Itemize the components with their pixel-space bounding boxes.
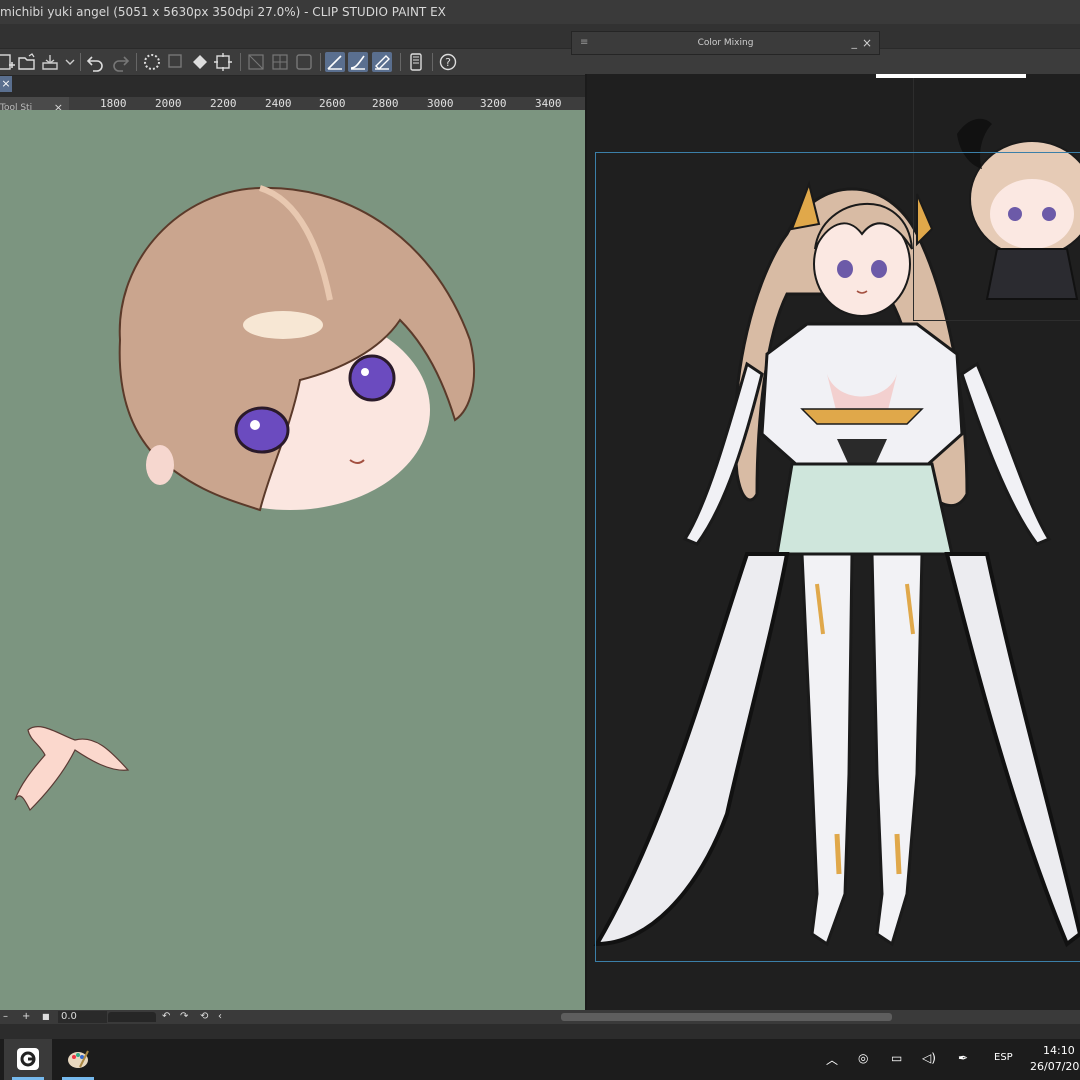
transform-icon[interactable] xyxy=(213,52,233,72)
paint-palette-icon xyxy=(68,1050,89,1068)
taskbar-app-clip-studio[interactable] xyxy=(4,1039,52,1080)
menu-bar xyxy=(0,24,1080,48)
chevron-left-icon[interactable]: ‹ xyxy=(218,1010,222,1024)
window-title-bar: michibi yuki angel (5051 x 5630px 350dpi… xyxy=(0,0,1080,24)
network-icon[interactable]: ▭ xyxy=(891,1051,902,1065)
eraser-active-icon[interactable] xyxy=(372,52,392,72)
clock-time: 14:10 xyxy=(1043,1044,1075,1057)
windows-taskbar: ︿ ◎ ▭ ◁) ✒ ESP 14:10 26/07/202 xyxy=(0,1039,1080,1080)
chevron-up-icon[interactable]: ︿ xyxy=(826,1051,838,1068)
redo-icon[interactable] xyxy=(110,52,130,72)
fill-icon[interactable] xyxy=(190,52,210,72)
palette-close-button[interactable]: × xyxy=(862,32,872,54)
window-bottom-gap xyxy=(0,1024,1080,1039)
select-icon[interactable] xyxy=(166,52,186,72)
svg-text:?: ? xyxy=(445,56,451,69)
palette-minimize-button[interactable]: _ xyxy=(852,32,858,54)
snap-special-icon[interactable] xyxy=(294,52,314,72)
ruler-label: 1800 xyxy=(100,97,127,110)
toolbar-separator xyxy=(400,53,401,71)
brush-active-icon[interactable] xyxy=(348,52,368,72)
pen-tray-icon[interactable]: ✒ xyxy=(958,1051,968,1065)
palette-title: Color Mixing xyxy=(697,38,754,48)
selection-frame xyxy=(595,152,1080,962)
toolbar-separator xyxy=(136,53,137,71)
horizontal-ruler: 1800 2000 2200 2400 2600 2800 3000 3200 … xyxy=(69,97,585,110)
toolbar-separator xyxy=(80,53,81,71)
dropdown-icon[interactable] xyxy=(60,52,75,72)
ruler-label: 3400 xyxy=(535,97,562,110)
language-indicator[interactable]: ESP xyxy=(994,1052,1013,1063)
clock[interactable]: 14:10 26/07/202 xyxy=(1030,1043,1080,1075)
save-icon[interactable] xyxy=(40,52,60,72)
ruler-label: 3200 xyxy=(480,97,507,110)
ruler-label: 2200 xyxy=(210,97,237,110)
help-icon[interactable]: ? xyxy=(438,52,458,72)
clock-date: 26/07/202 xyxy=(1030,1060,1080,1073)
reset-rotation-icon[interactable]: ⟲ xyxy=(200,1010,208,1024)
zoom-in-button[interactable]: + xyxy=(22,1010,30,1024)
ruler-label: 2600 xyxy=(319,97,346,110)
open-file-icon[interactable] xyxy=(17,52,37,72)
zoom-out-button[interactable]: – xyxy=(3,1010,8,1024)
status-bar: – + ■ 0.0 ↶ ↷ ⟲ ‹ xyxy=(0,1010,1080,1024)
rotate-left-icon[interactable]: ↶ xyxy=(162,1010,170,1024)
command-bar: ? xyxy=(0,48,1080,76)
canvas-tab-close-button[interactable]: × xyxy=(0,76,12,92)
taskbar-app-paint[interactable] xyxy=(54,1039,102,1080)
color-mixing-palette-header[interactable]: ≡ Color Mixing _ × xyxy=(571,31,880,55)
ruler-label: 2000 xyxy=(155,97,182,110)
rotate-right-icon[interactable]: ↷ xyxy=(180,1010,188,1024)
ruler-label: 3000 xyxy=(427,97,454,110)
snap-ruler-icon[interactable] xyxy=(246,52,266,72)
pen-active-icon[interactable] xyxy=(325,52,345,72)
speaker-icon[interactable]: ◁) xyxy=(922,1051,936,1065)
rotation-value-field[interactable]: 0.0 xyxy=(58,1011,107,1023)
toolbar-separator xyxy=(240,53,241,71)
chibi-head-drawing xyxy=(14,185,476,812)
new-canvas-icon[interactable] xyxy=(0,52,16,72)
undo-icon[interactable] xyxy=(86,52,106,72)
clip-studio-icon xyxy=(17,1048,39,1070)
ruler-label: 2800 xyxy=(372,97,399,110)
slider-track[interactable] xyxy=(108,1012,156,1022)
window-title: michibi yuki angel (5051 x 5630px 350dpi… xyxy=(0,5,446,19)
horizontal-scrollbar[interactable] xyxy=(561,1013,892,1021)
toolbar-separator xyxy=(432,53,433,71)
webcam-icon[interactable]: ◎ xyxy=(858,1051,868,1065)
canvas-view-left[interactable] xyxy=(0,110,585,1010)
smartphone-icon[interactable] xyxy=(406,52,426,72)
loading-icon[interactable] xyxy=(142,52,162,72)
snap-grid-icon[interactable] xyxy=(270,52,290,72)
toolbar-separator xyxy=(320,53,321,71)
ruler-label: 2400 xyxy=(265,97,292,110)
stop-icon[interactable]: ■ xyxy=(42,1010,50,1024)
